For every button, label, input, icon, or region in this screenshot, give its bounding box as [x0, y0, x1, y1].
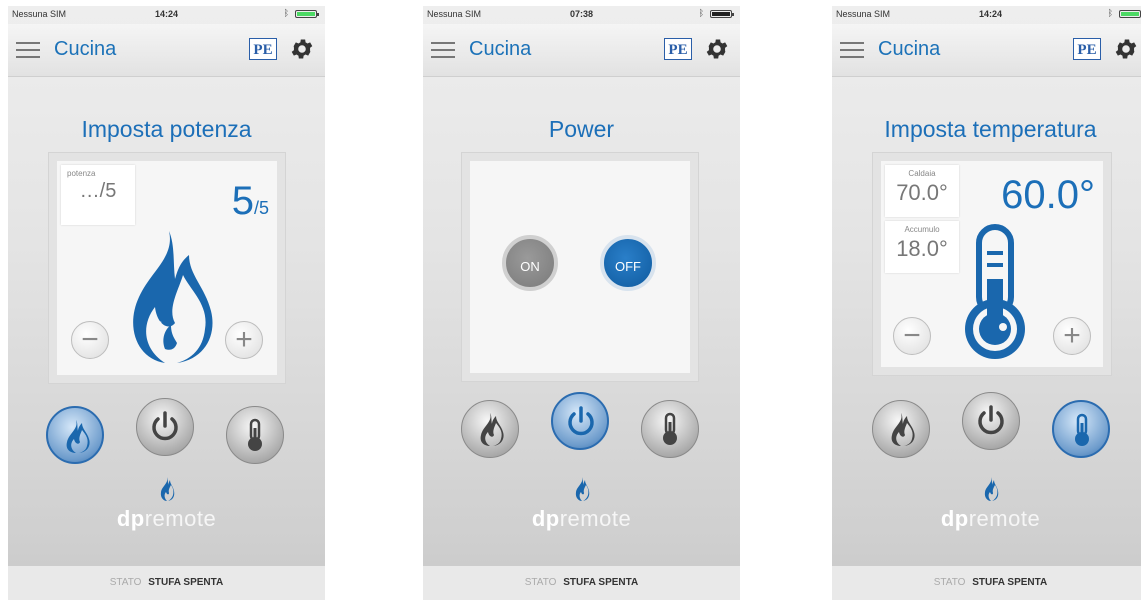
dpremote-logo: dpremote: [531, 506, 632, 531]
nav-bar: Cucina PE: [8, 24, 325, 77]
clock: 14:24: [978, 9, 1003, 19]
thermometer-icon: [248, 418, 262, 451]
power-panel: potenza …/5 5/5 − +: [48, 152, 286, 384]
flame-icon: [891, 413, 915, 446]
battery-icon: [710, 10, 734, 18]
thermometer-icon: [965, 224, 1025, 359]
mode-temperature-button[interactable]: [226, 406, 284, 464]
clock: 07:38: [569, 9, 594, 19]
hamburger-menu-icon[interactable]: [840, 42, 864, 58]
mode-power-button[interactable]: [46, 406, 104, 464]
power-label: potenza: [67, 169, 96, 178]
caldaia-label: Caldaia: [908, 169, 936, 178]
stato-value: STUFA SPENTA: [972, 577, 1048, 588]
caldaia-box: Caldaia 70.0°: [885, 165, 959, 217]
page-title: Imposta potenza: [81, 116, 252, 142]
status-footer: STATO STUFA SPENTA: [423, 566, 740, 600]
mode-power-button[interactable]: [461, 400, 519, 458]
status-bar: Nessuna SIM 07:38 ᛒ: [423, 6, 740, 24]
screen-power-level: Nessuna SIM 14:24 ᛒ Cucina PE Imposta po…: [8, 6, 325, 600]
status-footer: STATO STUFA SPENTA: [832, 566, 1141, 600]
stato-label: STATO: [109, 577, 142, 588]
battery-icon: [295, 10, 319, 18]
flame-icon: [480, 413, 504, 446]
mode-power-button[interactable]: [872, 400, 930, 458]
room-title[interactable]: Cucina: [878, 38, 940, 61]
pe-badge[interactable]: PE: [1073, 38, 1101, 60]
screen-power-toggle: Nessuna SIM 07:38 ᛒ Cucina PE Power ON O…: [423, 6, 740, 600]
status-footer: STATO STUFA SPENTA: [8, 566, 325, 600]
mode-onoff-button[interactable]: [962, 392, 1020, 450]
bluetooth-icon: ᛒ: [1107, 8, 1113, 18]
stato-value: STUFA SPENTA: [148, 577, 224, 588]
current-power-box: potenza …/5: [61, 165, 135, 225]
stato-label: STATO: [524, 577, 557, 588]
power-setpoint: 5/5: [232, 179, 269, 224]
off-button[interactable]: OFF: [600, 235, 656, 291]
dpremote-logo: dpremote: [940, 506, 1041, 531]
power-setpoint-value: 5: [231, 179, 254, 223]
pe-badge[interactable]: PE: [249, 38, 277, 60]
mode-onoff-button[interactable]: [551, 392, 609, 450]
accumulo-value: 18.0°: [896, 236, 948, 261]
stato-value: STUFA SPENTA: [563, 577, 639, 588]
mode-temperature-button[interactable]: [1052, 400, 1110, 458]
dpremote-logo-icon: [160, 477, 174, 501]
increase-power-button[interactable]: +: [225, 321, 263, 359]
status-bar: Nessuna SIM 14:24 ᛒ: [832, 6, 1141, 24]
screen-temperature: Nessuna SIM 14:24 ᛒ Cucina PE Imposta te…: [832, 6, 1141, 600]
pe-badge[interactable]: PE: [664, 38, 692, 60]
bluetooth-icon: ᛒ: [698, 8, 704, 18]
power-icon: [152, 411, 178, 441]
bluetooth-icon: ᛒ: [283, 8, 289, 18]
temperature-panel: Caldaia 70.0° Accumulo 18.0° 60.0° − +: [872, 152, 1112, 376]
hamburger-menu-icon[interactable]: [16, 42, 40, 58]
temperature-setpoint: 60.0°: [1001, 173, 1095, 217]
caldaia-value: 70.0°: [896, 180, 948, 205]
dpremote-logo: dpremote: [116, 506, 217, 531]
power-icon: [978, 405, 1004, 435]
thermometer-icon: [663, 412, 677, 445]
room-title[interactable]: Cucina: [469, 38, 531, 61]
gear-icon[interactable]: [1113, 36, 1139, 62]
thermometer-icon: [1075, 413, 1089, 446]
power-max-value: /5: [253, 198, 269, 218]
on-button[interactable]: ON: [502, 235, 558, 291]
power-icon: [568, 406, 594, 436]
accumulo-label: Accumulo: [904, 225, 940, 234]
hamburger-menu-icon[interactable]: [431, 42, 455, 58]
current-power-value: …/5: [79, 180, 117, 202]
page-title: Imposta temperatura: [884, 116, 1097, 142]
increase-temperature-button[interactable]: +: [1053, 317, 1091, 355]
status-bar: Nessuna SIM 14:24 ᛒ: [8, 6, 325, 24]
gear-icon[interactable]: [289, 36, 315, 62]
mode-temperature-button[interactable]: [641, 400, 699, 458]
page-title: Power: [548, 116, 615, 142]
mode-onoff-button[interactable]: [136, 398, 194, 456]
nav-bar: Cucina PE: [423, 24, 740, 77]
clock: 14:24: [154, 9, 179, 19]
dpremote-logo-icon: [984, 477, 998, 501]
decrease-temperature-button[interactable]: −: [893, 317, 931, 355]
nav-bar: Cucina PE: [832, 24, 1141, 77]
battery-icon: [1119, 10, 1141, 18]
gear-icon[interactable]: [704, 36, 730, 62]
flame-icon: [66, 420, 90, 453]
decrease-power-button[interactable]: −: [71, 321, 109, 359]
stato-label: STATO: [933, 577, 966, 588]
dpremote-logo-icon: [575, 477, 589, 501]
flame-icon: [133, 231, 213, 363]
toggle-panel: ON OFF: [461, 152, 699, 382]
accumulo-box: Accumulo 18.0°: [885, 221, 959, 273]
room-title[interactable]: Cucina: [54, 38, 116, 61]
